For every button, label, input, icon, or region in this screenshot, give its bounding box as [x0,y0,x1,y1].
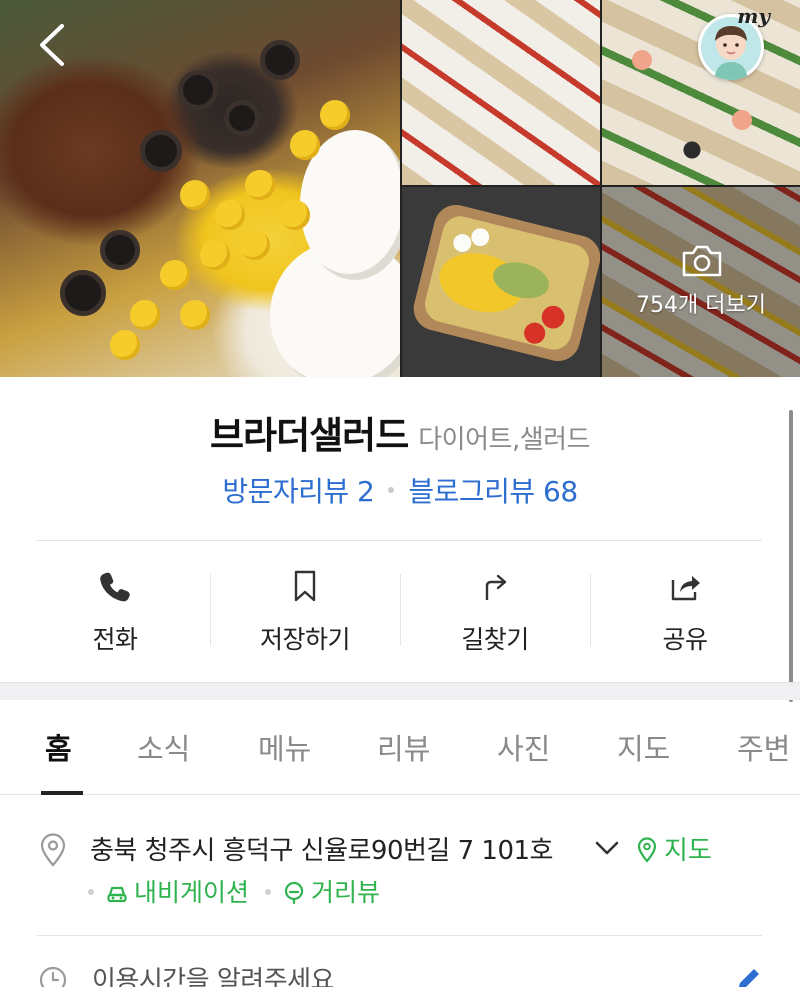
save-button[interactable]: 저장하기 [210,560,400,670]
olive-slice [260,40,300,80]
olive-slice [60,270,106,316]
divider [37,935,762,936]
hours-prompt: 이용시간을 알려주세요 [92,966,334,987]
place-header: 브라더샐러드 다이어트,샐러드 [0,405,800,459]
place-category: 다이어트,샐러드 [418,425,590,455]
share-button[interactable]: 공유 [590,560,780,670]
streetview-icon [284,881,304,905]
bookmark-icon [294,570,316,602]
place-name: 브라더샐러드 [210,414,409,457]
share-label: 공유 [662,625,708,654]
more-photos-button[interactable]: 754개 더보기 [602,187,800,377]
olive-slice [224,100,260,136]
olive-slice [100,230,140,270]
olive-slice [140,130,182,172]
directions-label: 길찾기 [461,625,529,654]
clock-icon [39,966,67,987]
phone-icon [100,572,130,602]
corn-kernel [280,200,310,230]
corn-kernel [160,260,190,290]
chevron-left-icon [40,24,64,66]
corn-kernel [130,300,160,330]
separator-dot [265,888,272,895]
separator-dot [88,888,94,895]
olive-slice [178,70,218,110]
call-button[interactable]: 전화 [20,560,210,670]
chevron-down-icon[interactable] [594,838,620,858]
navigation-link[interactable]: 내비게이션 [106,878,249,907]
active-tab-indicator [41,791,83,795]
tab-nearby[interactable]: 주변 [737,726,790,768]
call-label: 전화 [92,625,138,654]
corn-kernel [180,180,210,210]
address-text: 충북 청주시 흥덕구 신율로90번길 7 101호 [90,836,553,866]
corn-kernel [110,330,140,360]
hours-row[interactable]: 이용시간을 알려주세요 [0,958,800,987]
back-button[interactable] [34,22,70,68]
directions-icon [485,574,507,600]
map-link-label: 지도 [664,836,712,866]
tab-reviews[interactable]: 리뷰 [377,726,430,768]
corn-kernel [290,130,320,160]
corn-kernel [240,230,270,260]
camera-icon [682,245,722,277]
divider [590,574,591,646]
corn-kernel [200,240,230,270]
tab-news[interactable]: 소식 [137,726,190,768]
navigation-label: 내비게이션 [134,878,250,907]
share-icon [671,576,700,601]
address-links-row: 내비게이션 거리뷰 [88,873,396,913]
directions-button[interactable]: 길찾기 [400,560,590,670]
section-gap [0,682,800,700]
tab-map[interactable]: 지도 [617,726,670,768]
corn-kernel [245,170,275,200]
streetview-link[interactable]: 거리뷰 [283,878,380,907]
my-page-button[interactable]: my [694,4,770,82]
visitor-review-link[interactable]: 방문자리뷰 2 [222,475,375,508]
map-link[interactable]: 지도 [636,830,712,867]
map-pin-icon [637,837,657,863]
address-row: 충북 청주시 흥덕구 신율로90번길 7 101호 지도 [0,826,800,870]
review-summary: 방문자리뷰 2 블로그리뷰 68 [0,470,800,510]
more-photos-label: 754개 더보기 [636,293,766,318]
pencil-icon[interactable] [732,964,764,987]
tab-home[interactable]: 홈 [45,726,72,768]
divider [37,540,762,541]
streetview-label: 거리뷰 [311,878,381,907]
tab-bar: 홈 소식 메뉴 리뷰 사진 지도 주변 [0,700,800,795]
divider [400,574,401,646]
location-pin-icon [40,833,66,867]
action-bar: 전화 저장하기 길찾기 공유 [20,560,780,670]
corn-kernel [320,100,350,130]
tab-menu[interactable]: 메뉴 [258,726,311,768]
corn-kernel [180,300,210,330]
my-badge: my [737,4,770,28]
corn-kernel [215,200,245,230]
car-icon [107,886,127,903]
photo-salad-bowl[interactable] [402,187,600,377]
save-label: 저장하기 [259,625,351,654]
photo-meal-boxes-1[interactable] [402,0,600,185]
tab-photos[interactable]: 사진 [497,726,550,768]
blog-review-link[interactable]: 블로그리뷰 68 [408,475,578,508]
separator-dot [388,487,395,493]
divider [210,574,211,646]
